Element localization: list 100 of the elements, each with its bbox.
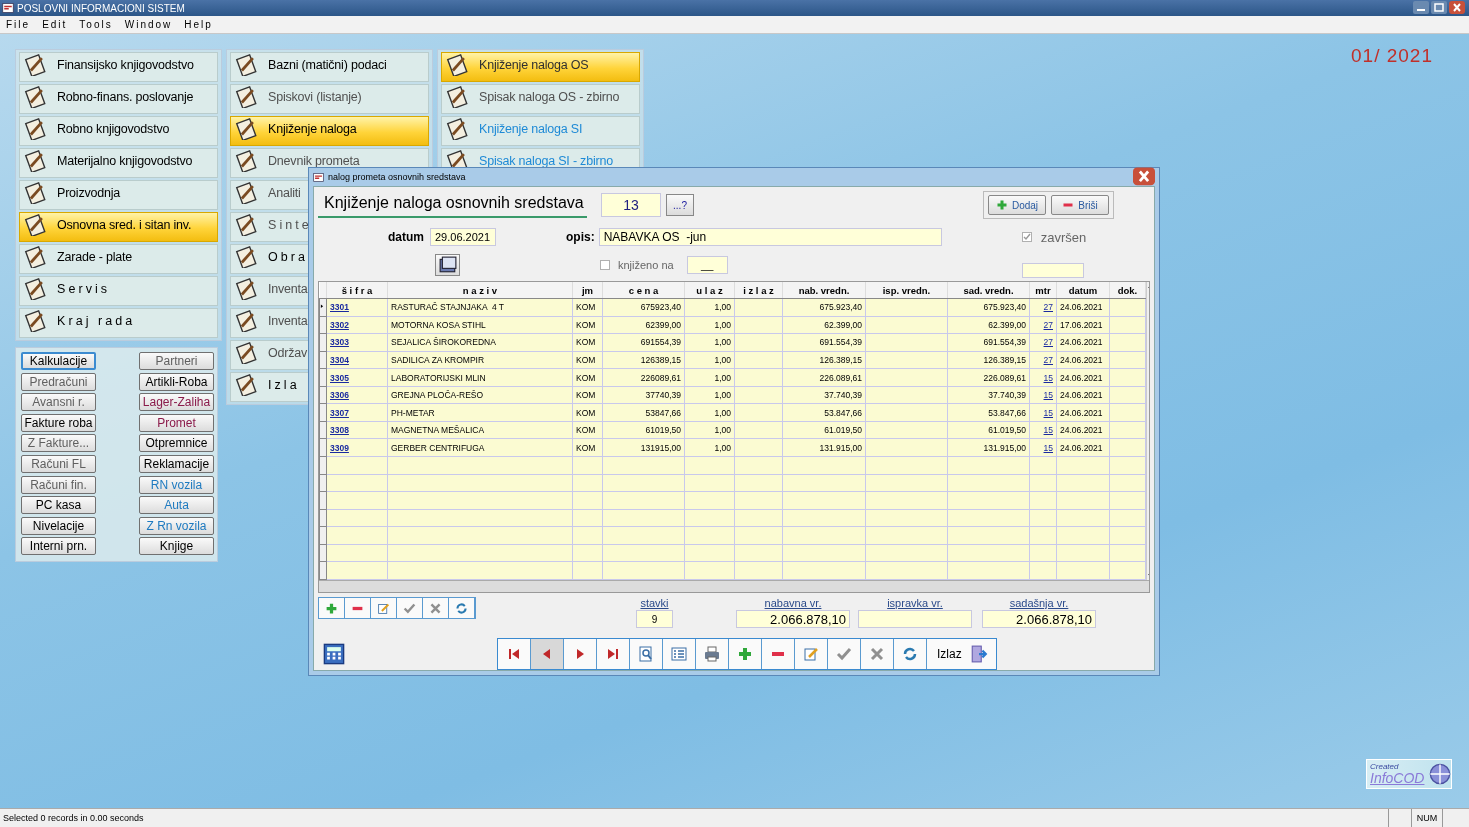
menu-item[interactable]: Knjiženje naloga OS (441, 52, 640, 82)
shortcut-button[interactable]: Nivelacije (21, 516, 96, 535)
posted-checkbox[interactable] (600, 260, 610, 270)
menu-item[interactable]: Bazni (matični) podaci (230, 52, 429, 82)
remove-button[interactable] (762, 639, 795, 669)
menu-item[interactable]: Knjiženje naloga (230, 116, 429, 146)
shortcut-button[interactable]: Predračuni (21, 372, 96, 391)
close-icon[interactable] (1449, 0, 1465, 16)
shortcut-button[interactable]: Avansni r. (21, 393, 96, 412)
column-header[interactable]: n a z i v (387, 282, 573, 299)
maximize-icon[interactable] (1431, 0, 1447, 16)
shortcut-button[interactable]: Z Fakture... (21, 434, 96, 453)
menu-item[interactable]: Osnovna sred. i sitan inv. (19, 212, 218, 242)
edit-button[interactable] (371, 598, 397, 618)
menu-item[interactable]: Tools (79, 19, 113, 30)
menu-item[interactable]: Robno-finans. poslovanje (19, 84, 218, 114)
dialog-heading: Knjiženje naloga osnovnih sredstava (318, 192, 587, 218)
delete-button[interactable]: Briši (1051, 195, 1109, 215)
shortcut-button[interactable]: Partneri (139, 352, 214, 370)
finished-label: završen (1040, 229, 1087, 245)
total-label: sadašnja vr. (1009, 597, 1069, 609)
menu-item[interactable]: Help (184, 19, 213, 30)
column-header[interactable]: isp. vredn. (865, 282, 948, 299)
refresh-button[interactable] (449, 598, 475, 618)
cancel-button[interactable] (423, 598, 449, 618)
shortcut-button[interactable]: Računi fin. (21, 475, 96, 494)
menu-item[interactable]: Proizvodnja (19, 180, 218, 210)
refresh-button[interactable] (894, 639, 927, 669)
menu-item[interactable]: Spisak naloga OS - zbirno (441, 84, 640, 114)
menu-item[interactable]: Finansijsko knjigovodstvo (19, 52, 218, 82)
empty-field[interactable] (1021, 262, 1084, 278)
first-record-button[interactable] (498, 639, 531, 669)
menu-item[interactable]: Materijalno knjigovodstvo (19, 148, 218, 178)
shortcut-button[interactable]: Lager-Zaliha (139, 393, 214, 412)
shortcut-button[interactable]: Artikli-Roba (139, 372, 214, 391)
shortcut-button[interactable]: PC kasa (21, 496, 96, 515)
confirm-button[interactable] (397, 598, 423, 618)
previous-record-button[interactable] (531, 639, 564, 669)
lookup-button[interactable]: ...? (666, 194, 694, 216)
total-field: 9 (636, 610, 673, 628)
shortcut-button[interactable]: Fakture roba (21, 413, 96, 432)
shortcut-button[interactable]: Otpremnice (139, 434, 214, 453)
date-field[interactable]: 29.06.2021 (430, 228, 496, 246)
shortcut-button[interactable]: Interni prn. (21, 537, 96, 556)
minimize-icon[interactable] (1413, 0, 1429, 16)
column-header[interactable]: š i f r a (326, 282, 388, 299)
cross-icon (869, 646, 885, 662)
shortcut-button[interactable]: Računi FL (21, 454, 96, 473)
horizontal-scrollbar[interactable] (319, 580, 1149, 592)
print-button[interactable] (696, 639, 729, 669)
close-icon[interactable] (1133, 166, 1155, 188)
last-record-button[interactable] (597, 639, 630, 669)
menu-item[interactable]: K r a j r a d a (19, 308, 218, 338)
add-button[interactable]: Dodaj (988, 195, 1046, 215)
column-header[interactable]: u l a z (684, 282, 735, 299)
shortcut-button[interactable]: Knjige (139, 537, 214, 556)
cards-button[interactable] (435, 254, 460, 276)
menu-item-label: Zarade - plate (57, 250, 133, 264)
edit-button[interactable] (795, 639, 828, 669)
next-record-button[interactable] (564, 639, 597, 669)
shortcut-button[interactable]: Kalkulacije (21, 352, 96, 370)
column-header[interactable]: i z l a z (734, 282, 783, 299)
list-button[interactable] (663, 639, 696, 669)
description-field[interactable]: NABAVKA OS -jun (598, 228, 942, 246)
number-field[interactable]: 13 (601, 193, 661, 217)
add-button[interactable] (319, 598, 345, 618)
column-header[interactable]: mtr (1029, 282, 1057, 299)
menu-item[interactable]: Zarade - plate (19, 244, 218, 274)
exit-button[interactable]: Izlaz (927, 639, 996, 669)
remove-button[interactable] (345, 598, 371, 618)
menu-item-label: Finansijsko knjigovodstvo (57, 58, 194, 72)
menu-item[interactable]: Spiskovi (listanje) (230, 84, 429, 114)
menu-item[interactable]: Window (124, 19, 173, 30)
menu-item[interactable]: S e r v i s (19, 276, 218, 306)
menu-item[interactable]: Robno knjigovodstvo (19, 116, 218, 146)
column-header[interactable]: sad. vredn. (947, 282, 1030, 299)
add-button[interactable] (729, 639, 762, 669)
menu-item[interactable]: File (6, 19, 31, 30)
clipboard-icon (235, 182, 257, 204)
menu-item[interactable]: Edit (42, 19, 68, 30)
preview-button[interactable] (630, 639, 663, 669)
posted-label: knjiženo na (618, 259, 674, 271)
finished-checkbox[interactable] (1021, 232, 1032, 242)
shortcut-button[interactable]: Auta (139, 496, 214, 515)
confirm-button[interactable] (828, 639, 861, 669)
column-header[interactable]: jm (572, 282, 603, 299)
column-header[interactable]: datum (1056, 282, 1110, 299)
column-header[interactable]: c e n a (602, 282, 685, 299)
shortcut-button[interactable]: Promet (139, 413, 214, 432)
window-title: POSLOVNI INFORMACIONI SISTEM (17, 2, 186, 14)
posted-field[interactable]: __ (686, 256, 728, 274)
calculator-icon[interactable] (323, 643, 345, 665)
shortcut-button[interactable]: Z Rn vozila (139, 516, 214, 535)
shortcut-button[interactable]: Reklamacije (139, 454, 214, 473)
clipboard-icon (235, 54, 257, 76)
column-header[interactable]: nab. vredn. (782, 282, 866, 299)
column-header[interactable]: dok. (1109, 282, 1146, 299)
cancel-button[interactable] (861, 639, 894, 669)
clipboard-icon (24, 310, 46, 332)
shortcut-button[interactable]: RN vozila (139, 475, 214, 494)
